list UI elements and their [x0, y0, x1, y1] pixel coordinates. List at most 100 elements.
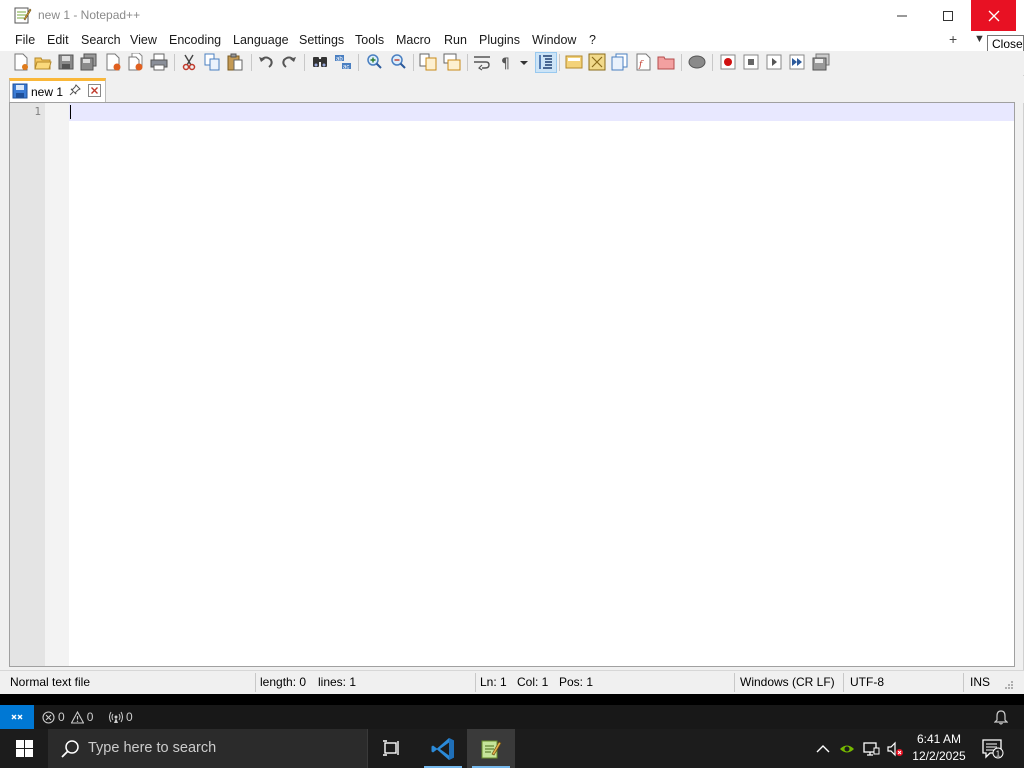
function-list-icon[interactable]: f	[634, 53, 652, 71]
status-file-type: Normal text file	[10, 675, 91, 689]
save-icon[interactable]	[57, 53, 75, 71]
user-lang-icon[interactable]	[565, 53, 583, 71]
menu-language[interactable]: Language	[233, 33, 289, 47]
new-file-icon[interactable]	[12, 53, 30, 71]
network-icon[interactable]	[862, 740, 880, 758]
menu-macro[interactable]: Macro	[396, 33, 431, 47]
remote-icon	[11, 714, 23, 720]
text-caret	[70, 105, 71, 119]
zoom-in-icon[interactable]	[365, 53, 383, 71]
cut-icon[interactable]	[180, 53, 198, 71]
broadcast-icon	[109, 711, 123, 723]
tab-close-icon[interactable]	[88, 84, 101, 97]
editor-area[interactable]: 1	[9, 102, 1015, 667]
taskbar-search-box[interactable]: Type here to search	[48, 729, 368, 768]
replace-icon[interactable]: abac	[334, 53, 352, 71]
toolbar-separator	[681, 54, 682, 71]
taskbar-notepadpp-button[interactable]	[467, 729, 515, 768]
action-center-icon[interactable]: 1	[982, 739, 1004, 759]
status-divider	[255, 673, 256, 692]
taskbar-vscode-button[interactable]	[419, 729, 467, 768]
menu-settings[interactable]: Settings	[299, 33, 344, 47]
nvidia-icon[interactable]	[838, 740, 856, 758]
remote-indicator-button[interactable]	[0, 705, 34, 729]
monitoring-icon[interactable]	[688, 53, 706, 71]
pin-icon[interactable]	[69, 84, 81, 96]
start-button[interactable]	[0, 729, 48, 768]
close-all-icon[interactable]	[127, 53, 145, 71]
fold-margin[interactable]	[45, 103, 69, 666]
problems-indicator[interactable]: 0 0	[42, 710, 93, 724]
task-view-icon[interactable]	[382, 738, 402, 758]
notepadpp-app-icon	[14, 7, 32, 24]
search-icon	[61, 740, 79, 758]
open-file-icon[interactable]	[34, 53, 52, 71]
run-macro-multiple-icon[interactable]	[788, 53, 806, 71]
status-divider	[734, 673, 735, 692]
sync-vertical-icon[interactable]	[419, 53, 437, 71]
menu-help[interactable]: ?	[589, 33, 596, 47]
undo-icon[interactable]	[257, 53, 275, 71]
menu-edit[interactable]: Edit	[47, 33, 69, 47]
close-window-button[interactable]	[971, 0, 1016, 31]
status-divider	[475, 673, 476, 692]
status-col: Col: 1	[517, 675, 549, 689]
status-divider	[963, 673, 964, 692]
system-clock[interactable]: 6:41 AM 12/2/2025	[906, 731, 972, 765]
toolbar-separator	[712, 54, 713, 71]
status-eol[interactable]: Windows (CR LF)	[740, 675, 835, 689]
indent-guide-icon[interactable]	[537, 53, 555, 71]
save-macro-icon[interactable]	[812, 53, 830, 71]
resize-grip-icon[interactable]	[1004, 680, 1014, 690]
redo-icon[interactable]	[280, 53, 298, 71]
windows-logo-icon	[15, 740, 33, 757]
save-all-icon[interactable]	[80, 53, 98, 71]
show-hidden-icons-chevron-icon[interactable]	[814, 740, 832, 758]
status-pos: Pos: 1	[559, 675, 594, 689]
zoom-out-icon[interactable]	[389, 53, 407, 71]
menu-encoding[interactable]: Encoding	[169, 33, 221, 47]
ports-indicator[interactable]: 0	[109, 710, 133, 724]
tab-list-dropdown-button[interactable]: ▼	[974, 33, 985, 45]
warning-icon	[70, 710, 84, 724]
stop-record-icon[interactable]	[742, 53, 760, 71]
menu-run[interactable]: Run	[444, 33, 467, 47]
word-wrap-icon[interactable]	[473, 53, 491, 71]
maximize-button[interactable]	[925, 0, 971, 31]
show-all-chars-icon[interactable]: ¶	[497, 53, 515, 71]
search-placeholder: Type here to search	[88, 740, 217, 756]
paste-icon[interactable]	[226, 53, 244, 71]
close-file-icon[interactable]	[104, 53, 122, 71]
record-macro-icon[interactable]	[719, 53, 737, 71]
new-tab-plus-button[interactable]: +	[949, 31, 957, 47]
error-count: 0	[58, 710, 65, 724]
status-encoding[interactable]: UTF-8	[850, 675, 884, 689]
menu-view[interactable]: View	[130, 33, 157, 47]
minimize-icon	[897, 15, 907, 16]
tab-new-1[interactable]: new 1	[9, 78, 106, 102]
status-insert-mode[interactable]: INS	[970, 675, 990, 689]
folder-workspace-icon[interactable]	[657, 53, 675, 71]
saved-status-icon	[12, 83, 28, 99]
document-map-icon[interactable]	[588, 53, 606, 71]
toolbar-separator	[251, 54, 252, 71]
document-list-icon[interactable]	[611, 53, 629, 71]
toolbar: ab ac ¶ f	[0, 51, 1024, 75]
title-bar[interactable]: new 1 - Notepad++	[0, 0, 1024, 31]
menu-search[interactable]: Search	[81, 33, 121, 47]
menu-window[interactable]: Window	[532, 33, 576, 47]
menu-tools[interactable]: Tools	[355, 33, 384, 47]
minimize-button[interactable]	[879, 0, 925, 31]
volume-muted-icon[interactable]	[886, 740, 904, 758]
dropdown-arrow-icon[interactable]	[515, 53, 533, 71]
toolbar-separator	[304, 54, 305, 71]
find-icon[interactable]	[311, 53, 329, 71]
play-macro-icon[interactable]	[765, 53, 783, 71]
menu-plugins[interactable]: Plugins	[479, 33, 520, 47]
menu-file[interactable]: File	[15, 33, 35, 47]
toolbar-separator	[559, 54, 560, 71]
print-icon[interactable]	[150, 53, 168, 71]
sync-horizontal-icon[interactable]	[443, 53, 461, 71]
notifications-bell-icon[interactable]	[994, 709, 1008, 725]
copy-icon[interactable]	[203, 53, 221, 71]
